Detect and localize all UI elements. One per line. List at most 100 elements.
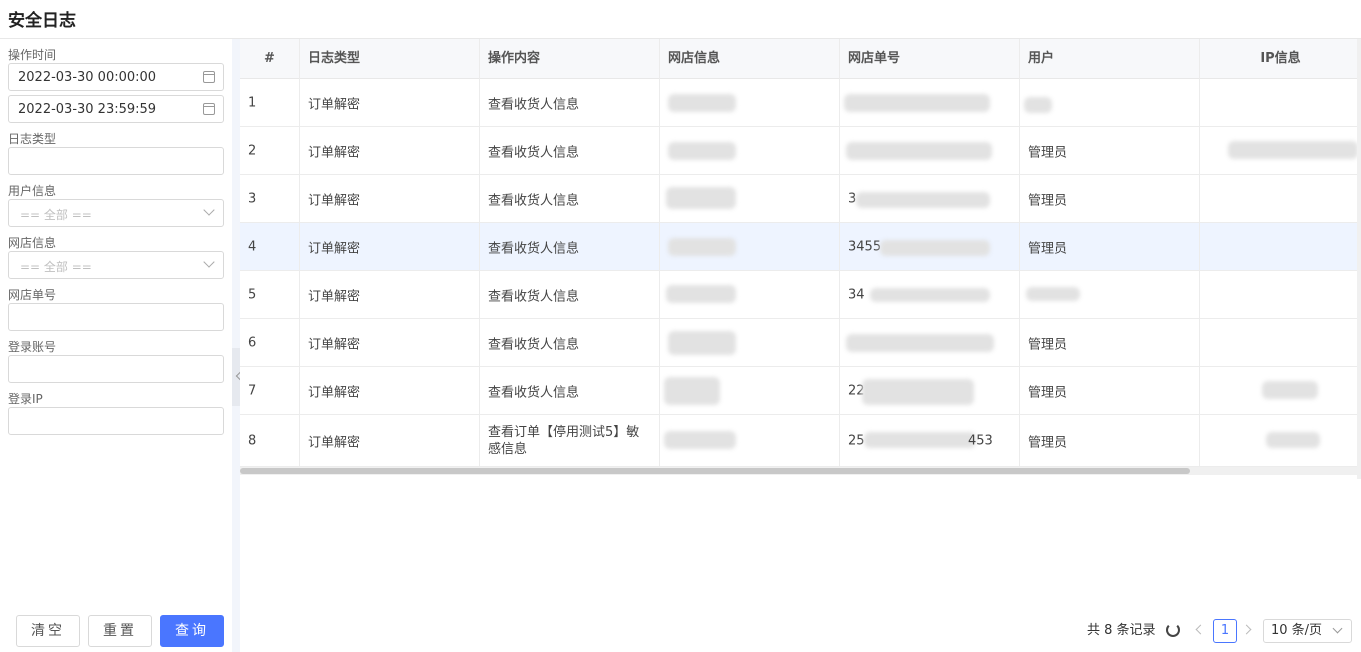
cell-index: 1 — [248, 95, 257, 110]
horizontal-scrollbar-thumb[interactable] — [240, 468, 1190, 474]
page-size-value: 10 条/页 — [1271, 623, 1323, 638]
cell-user: 管理员 — [1028, 337, 1068, 352]
order-input[interactable] — [8, 303, 224, 331]
cell-order: 25 — [848, 433, 865, 448]
calendar-icon[interactable] — [203, 103, 215, 115]
cell-type: 订单解密 — [308, 241, 361, 256]
page-title: 安全日志 — [8, 11, 76, 31]
shop-label: 网店信息 — [8, 236, 57, 250]
table-row[interactable]: 5 订单解密 查看收货人信息 34 — [240, 271, 1361, 319]
cell-user: 管理员 — [1028, 193, 1068, 208]
col-header-shop[interactable]: 网店信息 — [660, 39, 840, 79]
cell-content: 查看收货人信息 — [488, 385, 580, 400]
vertical-scrollbar[interactable] — [1357, 39, 1361, 479]
reset-button[interactable]: 重置 — [88, 615, 152, 647]
col-header-user[interactable]: 用户 — [1020, 39, 1200, 79]
op-time-label: 操作时间 — [8, 48, 57, 62]
redacted-ip — [1228, 141, 1358, 159]
cell-type: 订单解密 — [308, 145, 361, 160]
account-input[interactable] — [8, 355, 224, 383]
next-page-icon[interactable] — [1241, 624, 1252, 635]
table-header: # 日志类型 操作内容 网店信息 网店单号 用户 IP信息 — [240, 39, 1361, 79]
redacted-shop — [666, 187, 736, 209]
cell-content: 查看收货人信息 — [488, 193, 580, 208]
chevron-down-icon — [203, 204, 215, 216]
page-button-current[interactable]: 1 — [1213, 619, 1237, 643]
cell-index: 6 — [248, 335, 257, 350]
cell-order: 3455 — [848, 239, 882, 254]
redacted-order — [856, 192, 990, 208]
cell-type: 订单解密 — [308, 97, 361, 112]
user-select-value: == 全部 == — [20, 208, 92, 222]
redacted-shop — [666, 285, 736, 303]
shop-select[interactable]: == 全部 == — [8, 251, 224, 279]
redacted-order — [870, 288, 990, 302]
cell-content: 查看收货人信息 — [488, 145, 580, 160]
cell-user: 管理员 — [1028, 241, 1068, 256]
redacted-shop — [668, 238, 736, 256]
log-table: # 日志类型 操作内容 网店信息 网店单号 用户 IP信息 1 订单解密 查看收… — [240, 39, 1361, 479]
table-row[interactable]: 8 订单解密 查看订单【停用测试5】敏感信息 25 453 管理员 — [240, 415, 1361, 467]
user-select[interactable]: == 全部 == — [8, 199, 224, 227]
op-time-end-value: 2022-03-30 23:59:59 — [18, 102, 157, 117]
user-label: 用户信息 — [8, 184, 57, 198]
page-size-select[interactable]: 10 条/页 — [1263, 619, 1352, 643]
redacted-order — [864, 432, 976, 448]
cell-type: 订单解密 — [308, 435, 361, 450]
col-header-type[interactable]: 日志类型 — [300, 39, 480, 79]
cell-type: 订单解密 — [308, 193, 361, 208]
cell-content: 查看收货人信息 — [488, 289, 580, 304]
op-time-start-input[interactable]: 2022-03-30 00:00:00 — [8, 63, 224, 91]
redacted-shop — [664, 377, 720, 405]
cell-index: 7 — [248, 383, 257, 398]
table-row[interactable]: 1 订单解密 查看收货人信息 — [240, 79, 1361, 127]
col-header-index[interactable]: # — [240, 39, 300, 79]
cell-index: 3 — [248, 191, 257, 206]
redacted-order — [862, 379, 974, 405]
cell-order-tail: 453 — [968, 433, 993, 448]
table-row[interactable]: 3 订单解密 查看收货人信息 3 管理员 — [240, 175, 1361, 223]
cell-content: 查看收货人信息 — [488, 337, 580, 352]
account-label: 登录账号 — [8, 340, 57, 354]
col-header-ip[interactable]: IP信息 — [1200, 39, 1361, 79]
col-header-order[interactable]: 网店单号 — [840, 39, 1020, 79]
cell-type: 订单解密 — [308, 385, 361, 400]
redacted-order — [846, 334, 994, 352]
query-button[interactable]: 查询 — [160, 615, 224, 647]
table-row[interactable]: 7 订单解密 查看收货人信息 22 管理员 — [240, 367, 1361, 415]
cell-type: 订单解密 — [308, 289, 361, 304]
redacted-ip — [1262, 381, 1318, 399]
chevron-down-icon — [1332, 623, 1343, 634]
redacted-order — [846, 142, 992, 160]
order-label: 网店单号 — [8, 288, 57, 302]
ip-input[interactable] — [8, 407, 224, 435]
redacted-shop — [668, 94, 736, 112]
calendar-icon[interactable] — [203, 71, 215, 83]
cell-user: 管理员 — [1028, 385, 1068, 400]
cell-type: 订单解密 — [308, 337, 361, 352]
clear-button[interactable]: 清空 — [16, 615, 80, 647]
redacted-order — [844, 94, 990, 112]
redacted-user — [1024, 97, 1052, 113]
cell-content: 查看收货人信息 — [488, 241, 580, 256]
redacted-order — [880, 240, 990, 256]
cell-index: 8 — [248, 433, 257, 448]
op-time-end-input[interactable]: 2022-03-30 23:59:59 — [8, 95, 224, 123]
cell-user: 管理员 — [1028, 145, 1068, 160]
cell-content: 查看订单【停用测试5】敏感信息 — [488, 424, 640, 457]
ip-label: 登录IP — [8, 392, 43, 406]
panel-splitter[interactable] — [232, 39, 240, 652]
redacted-shop — [668, 331, 736, 355]
cell-index: 2 — [248, 143, 257, 158]
col-header-content[interactable]: 操作内容 — [480, 39, 660, 79]
refresh-icon[interactable] — [1166, 623, 1180, 637]
cell-content: 查看收货人信息 — [488, 97, 580, 112]
table-row[interactable]: 2 订单解密 查看收货人信息 管理员 — [240, 127, 1361, 175]
cell-order: 34 — [848, 287, 865, 302]
prev-page-icon[interactable] — [1195, 624, 1206, 635]
log-type-input[interactable] — [8, 147, 224, 175]
table-row[interactable]: 6 订单解密 查看收货人信息 管理员 — [240, 319, 1361, 367]
log-type-label: 日志类型 — [8, 132, 57, 146]
shop-select-value: == 全部 == — [20, 260, 92, 274]
table-row[interactable]: 4 订单解密 查看收货人信息 3455 管理员 — [240, 223, 1361, 271]
